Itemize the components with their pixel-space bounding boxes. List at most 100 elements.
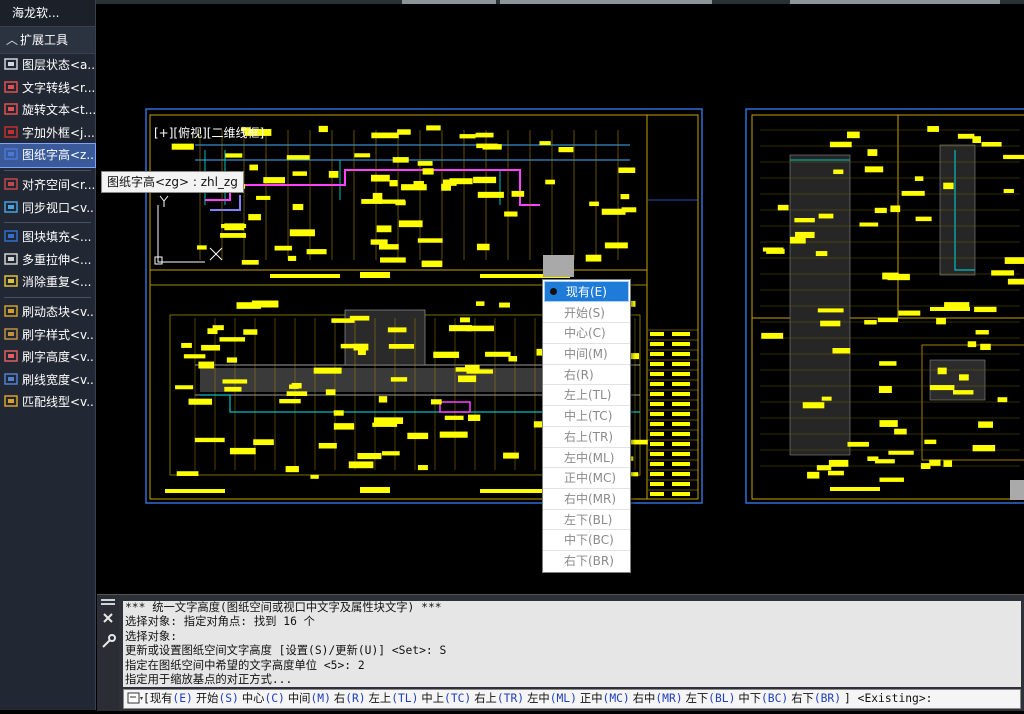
- command-option[interactable]: 中心(C): [242, 692, 285, 705]
- tool-match-linetype[interactable]: 匹配线型<v...: [0, 391, 95, 414]
- annotation-tag: [867, 149, 878, 156]
- command-option[interactable]: 现有(E): [150, 692, 193, 705]
- palette-title[interactable]: 海龙软...: [0, 0, 95, 27]
- annotation-tag: [890, 205, 901, 213]
- tool-brush-line-width[interactable]: 刷线宽度<v...: [0, 369, 95, 392]
- menu-item[interactable]: 右上(TR): [543, 427, 630, 448]
- annotation-tag: [426, 125, 441, 131]
- command-input[interactable]: [现有(E) 开始(S) 中心(C) 中间(M) 右(R) 左上(TL) 中上(TC) 右上(…: [123, 689, 1021, 709]
- tool-divider: [4, 296, 91, 298]
- viewport-label[interactable]: [+][俯视][二维线框]: [154, 124, 264, 141]
- annotation-tag: [289, 229, 315, 237]
- annotation-tag: [243, 329, 258, 335]
- wrench-icon[interactable]: [102, 634, 116, 648]
- grip-bar[interactable]: [101, 603, 115, 605]
- tool-text-frame[interactable]: 字加外框<j...: [0, 122, 95, 145]
- wall-section: [789, 154, 851, 456]
- section-header-extend-tools[interactable]: ︿ 扩展工具: [0, 27, 95, 54]
- tool-rotate-text[interactable]: 旋转文本<t...: [0, 99, 95, 122]
- annotation-tag: [449, 178, 473, 185]
- menu-item[interactable]: 右(R): [543, 365, 630, 386]
- command-option[interactable]: 中下(BC): [738, 692, 788, 705]
- tool-block-fill[interactable]: 图块填充<...: [0, 226, 95, 249]
- tool-remove-duplicates[interactable]: 消除重复<...: [0, 271, 95, 294]
- tool-label: 刷字样式<v...: [22, 327, 95, 342]
- history-line: 指定用于缩放基点的对正方式...: [125, 673, 293, 687]
- option-text: 右中: [632, 692, 656, 705]
- annotation-tag: [558, 146, 574, 153]
- annotation-tag: [249, 164, 259, 171]
- tool-brush-dynamic-block[interactable]: 刷动态块<v...: [0, 301, 95, 324]
- option-key: (R): [345, 692, 366, 705]
- tool-brush-text-style[interactable]: 刷字样式<v...: [0, 324, 95, 347]
- annotation-tag: [1007, 278, 1024, 285]
- command-option[interactable]: 右上(TR): [474, 692, 524, 705]
- annotation-tag: [485, 351, 511, 357]
- annotation-tag: [417, 161, 433, 166]
- close-icon[interactable]: [103, 613, 113, 623]
- tool-layer-state[interactable]: 图层状态<a...: [0, 54, 95, 77]
- annotation-tag: [198, 361, 215, 369]
- annotation-tag: [672, 372, 690, 376]
- annotation-tag: [325, 389, 336, 396]
- tool-sync-viewport[interactable]: 同步视口<v...: [0, 197, 95, 220]
- annotation-tag: [476, 243, 490, 251]
- annotation-tag: [882, 272, 899, 280]
- command-option[interactable]: 中上(TC): [421, 692, 471, 705]
- grip-bar[interactable]: [101, 599, 115, 601]
- history-line: *** 统一文字高度(图纸空间或视口中文字及属性块文字) ***: [125, 601, 442, 614]
- command-option[interactable]: 中间(M): [288, 692, 331, 705]
- tool-align-space[interactable]: 对齐空间<r...: [0, 174, 95, 197]
- annotation-tag: [379, 244, 399, 250]
- menu-item-label: 中上(TC): [564, 409, 613, 424]
- annotation-tag: [672, 452, 690, 456]
- annotation-tag: [545, 179, 555, 185]
- annotation-tag: [762, 247, 784, 252]
- annotation-tag: [672, 412, 690, 416]
- menu-item[interactable]: 左上(TL): [543, 385, 630, 407]
- menu-item[interactable]: 右中(MR): [543, 489, 630, 510]
- tool-brush-text-height[interactable]: 刷字高度<v...: [0, 346, 95, 369]
- command-option[interactable]: 左下(BL): [686, 692, 736, 705]
- annotation-tag: [466, 325, 495, 332]
- menu-item-label: 右中(MR): [564, 491, 617, 506]
- command-prompt-icon[interactable]: [127, 691, 143, 705]
- menu-item[interactable]: 中间(M): [543, 344, 630, 365]
- annotation-tag: [407, 432, 429, 440]
- command-option[interactable]: 右(R): [334, 692, 366, 705]
- command-option[interactable]: 右下(BR): [791, 692, 841, 705]
- command-option[interactable]: 左上(TL): [369, 692, 419, 705]
- command-option[interactable]: 正中(MC): [580, 692, 630, 705]
- menu-item[interactable]: 中下(BC): [543, 530, 630, 551]
- annotation-tag: [864, 320, 877, 325]
- annotation-tag: [820, 320, 841, 327]
- menu-item-label: 开始(S): [564, 305, 605, 320]
- menu-item[interactable]: 正中(MC): [543, 468, 630, 489]
- annotation-tag: [650, 452, 664, 456]
- annotation-tag: [444, 415, 464, 420]
- command-option[interactable]: 右中(MR): [633, 692, 683, 705]
- menu-item[interactable]: 开始(S): [543, 303, 630, 324]
- menu-item[interactable]: 右下(BR): [543, 551, 630, 572]
- command-option[interactable]: 左中(ML): [527, 692, 577, 705]
- annotation-tag: [981, 141, 1002, 147]
- annotation-tag: [974, 306, 997, 313]
- command-option[interactable]: 开始(S): [196, 692, 239, 705]
- menu-item[interactable]: 左下(BL): [543, 510, 630, 531]
- menu-item[interactable]: 左中(ML): [543, 448, 630, 469]
- annotation-tag: [859, 222, 879, 227]
- menu-item[interactable]: 中心(C): [543, 323, 630, 345]
- tool-multi-stretch[interactable]: 多重拉伸<...: [0, 249, 95, 272]
- annotation-tag: [248, 214, 261, 221]
- grip-box[interactable]: [543, 255, 574, 277]
- command-options: 现有(E) 开始(S) 中心(C) 中间(M) 右(R) 左上(TL) 中上(TC) 右上(T…: [150, 692, 844, 705]
- menu-item[interactable]: 中上(TC): [543, 406, 630, 427]
- tool-drawing-text-height[interactable]: 图纸字高<z...: [0, 143, 96, 168]
- annotation-tag: [477, 191, 504, 198]
- tool-label: 刷线宽度<v...: [22, 372, 95, 387]
- menu-item-label: 正中(MC): [564, 471, 617, 486]
- tool-text-to-line[interactable]: 文字转线<r...: [0, 77, 95, 100]
- annotation-tag: [371, 132, 399, 139]
- annotation-tag: [357, 453, 382, 460]
- menu-item[interactable]: 现有(E): [544, 281, 629, 302]
